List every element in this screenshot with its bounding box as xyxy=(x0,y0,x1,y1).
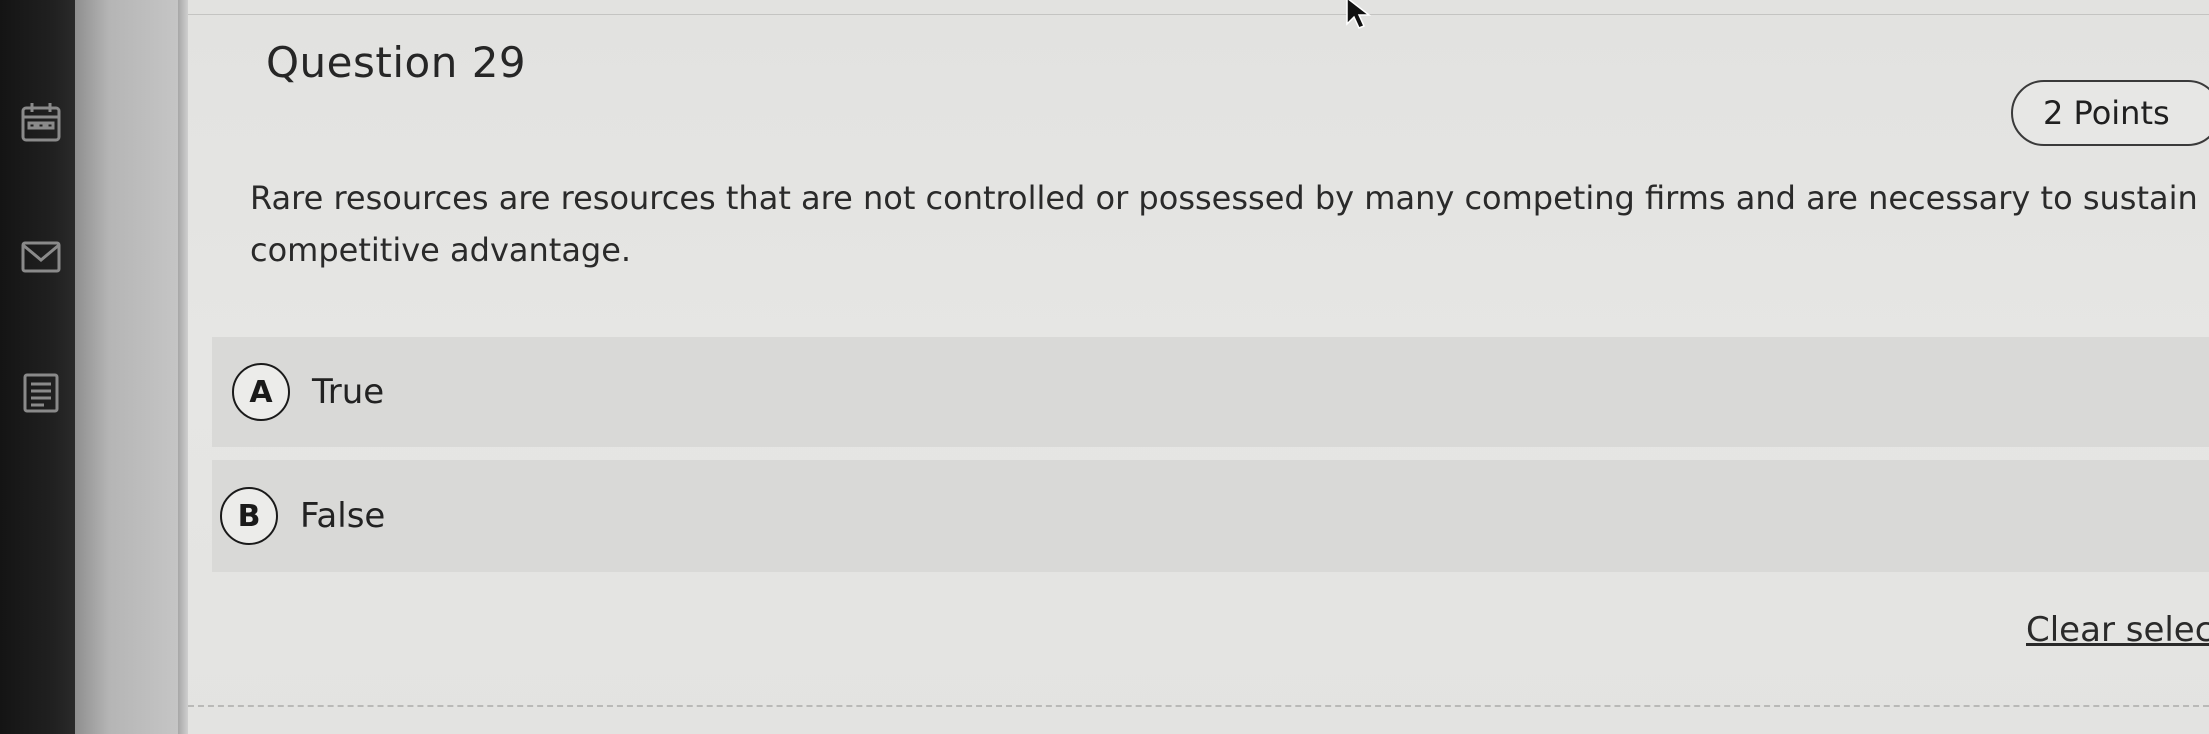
dashed-divider xyxy=(188,705,2209,707)
option-letter-a[interactable]: A xyxy=(232,363,290,421)
screen: Question 29 2 Points Rare resources are … xyxy=(0,0,2209,734)
top-divider xyxy=(188,14,2209,15)
mouse-cursor-icon xyxy=(1346,0,1372,29)
mail-icon[interactable] xyxy=(16,232,66,282)
points-badge: 2 Points xyxy=(2011,80,2209,146)
option-letter-b[interactable]: B xyxy=(220,487,278,545)
option-true[interactable]: A True xyxy=(212,337,2209,447)
question-title: Question 29 xyxy=(266,38,527,87)
option-false[interactable]: B False xyxy=(212,460,2209,572)
question-page: Question 29 2 Points Rare resources are … xyxy=(188,0,2209,734)
notes-icon[interactable] xyxy=(16,368,66,418)
option-label-false: False xyxy=(300,496,386,536)
side-strip-edge xyxy=(178,0,188,734)
option-label-true: True xyxy=(312,372,385,412)
left-rail xyxy=(0,0,75,734)
side-strip xyxy=(75,0,190,734)
clear-selection-link[interactable]: Clear selecti xyxy=(2026,610,2209,650)
calendar-icon[interactable] xyxy=(16,98,66,148)
question-text: Rare resources are resources that are no… xyxy=(250,179,2209,269)
